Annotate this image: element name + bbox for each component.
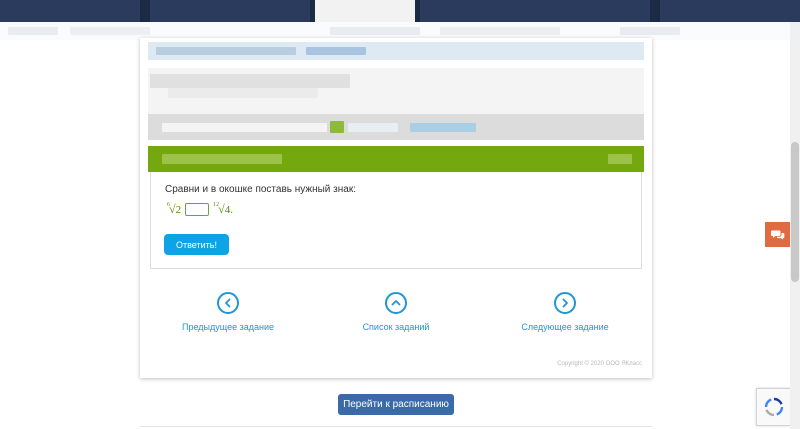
left-root-index: 6 — [167, 201, 170, 208]
answer-button[interactable]: Ответить! — [164, 234, 229, 255]
browser-tab-active[interactable] — [315, 0, 415, 22]
copyright: Copyright © 2020 ООО ЯКласс — [557, 361, 642, 367]
nav-next[interactable]: Следующее задание — [495, 292, 635, 332]
obscured-text — [8, 27, 58, 35]
exercise-body: Сравни и в окошке поставь нужный знак: 6… — [150, 172, 642, 269]
nav-previous[interactable]: Предыдущее задание — [158, 292, 298, 332]
browser-top-bar — [0, 0, 800, 22]
obscured-text — [440, 27, 560, 35]
browser-tab[interactable] — [0, 0, 140, 22]
obscured-text — [330, 27, 420, 35]
obscured-text — [348, 123, 398, 132]
obscured-text — [156, 47, 296, 55]
obscured-text — [150, 74, 350, 88]
recaptcha-icon — [764, 397, 783, 417]
obscured-text — [330, 121, 344, 133]
task-info-bar — [148, 114, 644, 140]
nav-next-label[interactable]: Следующее задание — [495, 322, 635, 332]
chevron-left-icon[interactable] — [217, 292, 239, 314]
left-radicand: 2 — [175, 203, 182, 216]
browser-tab[interactable] — [420, 0, 650, 22]
nav-list-label[interactable]: Список заданий — [326, 322, 466, 332]
browser-tab[interactable] — [660, 0, 800, 22]
obscured-link[interactable] — [410, 123, 476, 132]
scrollbar-thumb[interactable] — [791, 142, 799, 282]
comparison-sign-input[interactable] — [185, 203, 210, 216]
obscured-text — [620, 27, 680, 35]
obscured-text — [608, 154, 632, 164]
chevron-up-icon[interactable] — [385, 292, 407, 314]
obscured-text — [162, 123, 327, 132]
exercise-header-bar — [148, 146, 644, 172]
page-scrollbar[interactable] — [790, 22, 800, 429]
right-root-index: 12 — [213, 201, 220, 208]
obscured-text — [168, 88, 318, 98]
obscured-text — [162, 154, 282, 164]
divider — [140, 426, 652, 427]
chat-button[interactable] — [765, 222, 790, 247]
nav-list[interactable]: Список заданий — [326, 292, 466, 332]
comparison-expression: 6 √ 2 12 √ 4 . — [167, 202, 233, 217]
browser-tab[interactable] — [150, 0, 310, 22]
expression-end: . — [230, 203, 233, 216]
card-breadcrumb — [148, 42, 644, 60]
schedule-button[interactable]: Перейти к расписанию — [338, 394, 454, 415]
obscured-text — [70, 27, 150, 35]
exercise-question: Сравни и в окошке поставь нужный знак: — [165, 184, 356, 195]
nav-previous-label[interactable]: Предыдущее задание — [158, 322, 298, 332]
chevron-right-icon[interactable] — [554, 292, 576, 314]
task-card: Сравни и в окошке поставь нужный знак: 6… — [140, 38, 652, 378]
obscured-text — [306, 47, 366, 55]
recaptcha-badge[interactable] — [756, 388, 790, 426]
chat-icon — [770, 230, 784, 240]
